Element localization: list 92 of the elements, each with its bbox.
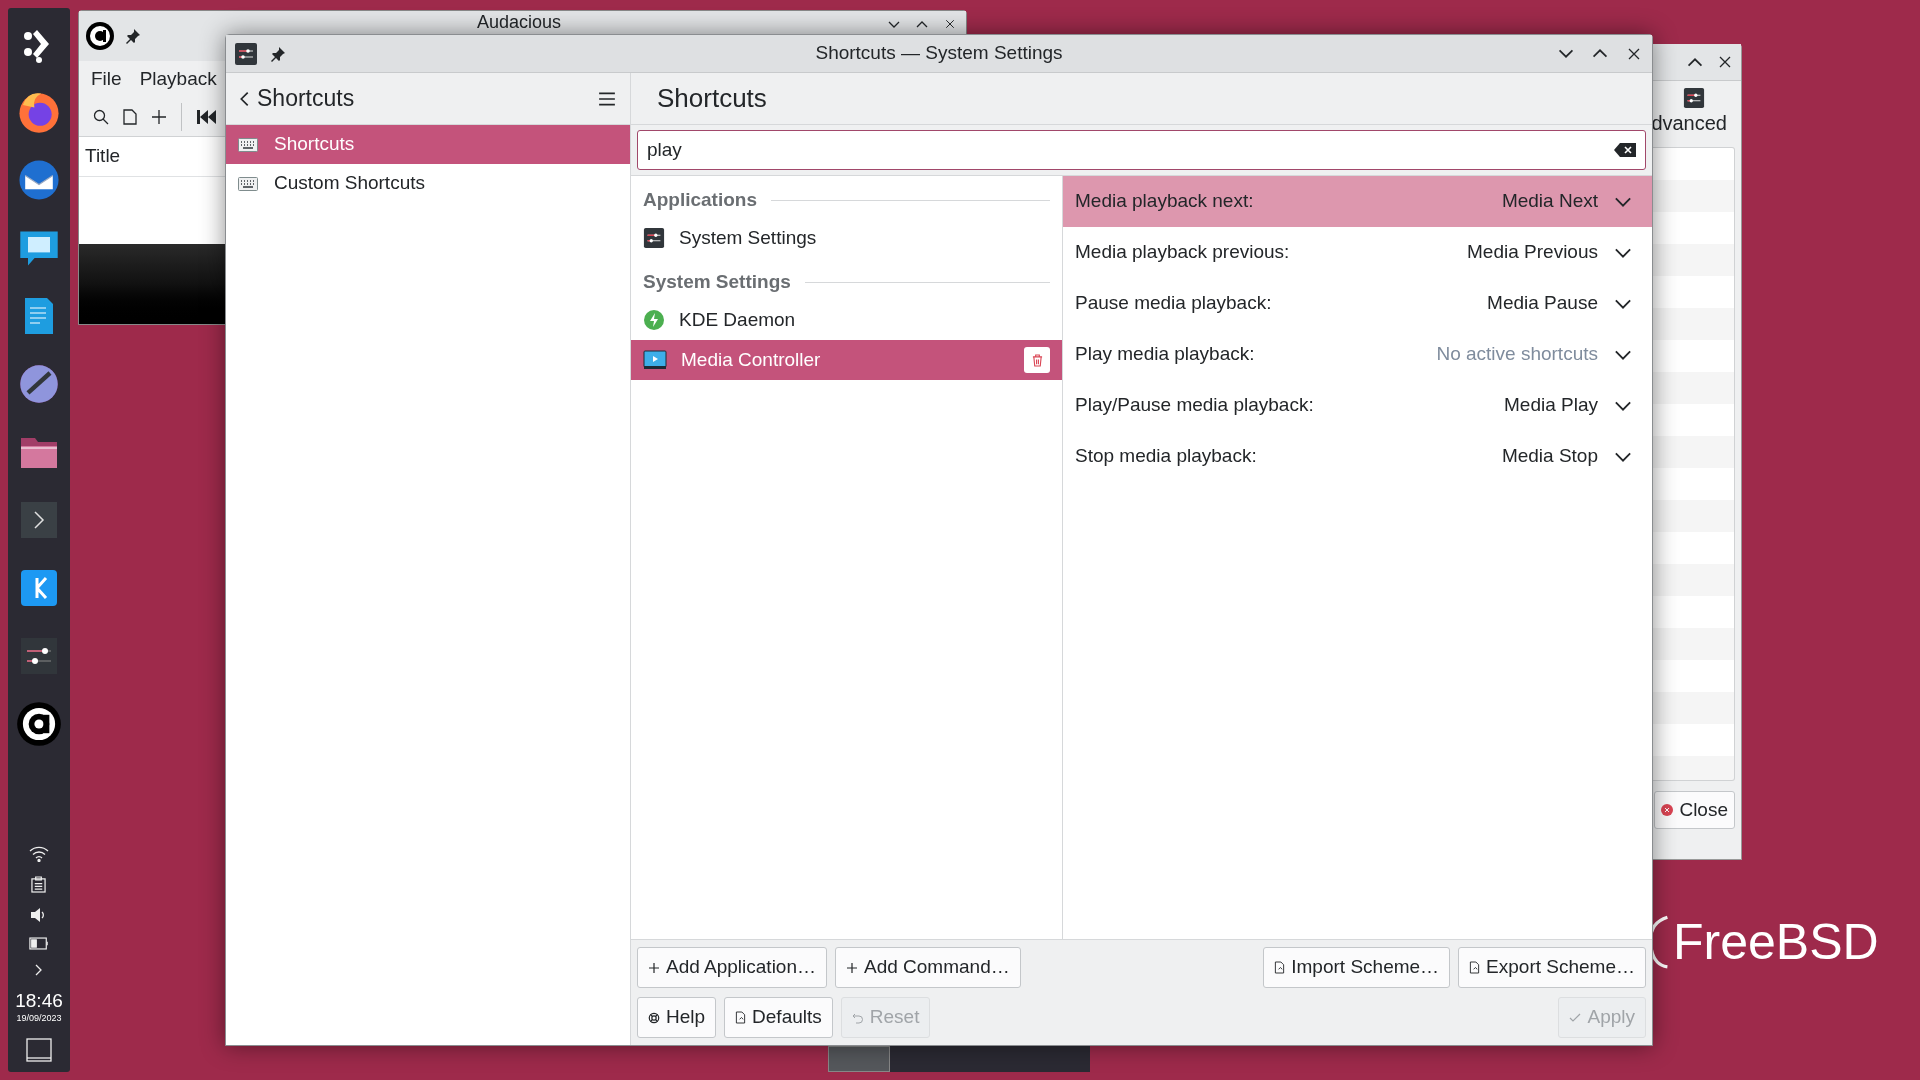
document-icon <box>1469 961 1481 974</box>
component-item[interactable]: System Settings <box>631 218 1062 258</box>
shortcut-row[interactable]: Media playback next: Media Next <box>1063 176 1652 227</box>
undo-icon <box>851 1011 864 1024</box>
component-item[interactable]: KDE Daemon <box>631 300 1062 340</box>
expand-icon <box>1614 349 1632 360</box>
tab-label[interactable]: dvanced <box>1651 109 1727 137</box>
expand-icon <box>1614 196 1632 207</box>
clock-time[interactable]: 18:46 <box>15 990 63 1012</box>
plus-icon <box>648 961 660 974</box>
terminal-icon[interactable] <box>19 500 59 540</box>
shortcut-value: Media Play <box>1504 393 1598 418</box>
sliders-icon <box>643 227 665 249</box>
component-item[interactable]: Media Controller <box>631 340 1062 380</box>
delete-button[interactable] <box>1024 347 1050 373</box>
shortcut-value: Media Next <box>1501 189 1598 214</box>
shortcut-row[interactable]: Stop media playback: Media Stop <box>1063 431 1652 482</box>
sliders-icon <box>234 41 258 66</box>
sliders-icon <box>1683 87 1705 109</box>
wallpaper-logo: FreeBSD <box>1673 917 1879 967</box>
minimize-icon <box>1558 49 1574 58</box>
dialog-button[interactable]: Add Application… <box>637 947 827 988</box>
pin-icon[interactable] <box>125 28 141 44</box>
lightning-icon <box>643 309 665 331</box>
wifi-icon[interactable] <box>29 846 49 862</box>
action-label: Media playback next: <box>1075 189 1255 214</box>
dialog-button[interactable]: Defaults <box>724 997 833 1038</box>
expand-icon <box>1614 400 1632 411</box>
expand-tray-icon <box>35 964 43 976</box>
action-label: Play/Pause media playback: <box>1075 393 1315 418</box>
clock-date[interactable]: 19/09/2023 <box>16 1012 62 1024</box>
search-icon[interactable] <box>93 108 109 125</box>
show-desktop-icon[interactable] <box>26 1038 52 1062</box>
check-icon <box>1569 1011 1582 1024</box>
sliders-icon[interactable] <box>19 636 59 676</box>
shortcut-row[interactable]: Play media playback: No active shortcuts <box>1063 329 1652 380</box>
expand-icon <box>1614 451 1632 462</box>
keyboard-icon <box>238 176 258 191</box>
maximize-icon <box>1592 49 1608 58</box>
audio-player-icon <box>85 21 115 51</box>
monitor-icon <box>643 350 667 370</box>
lifebuoy-icon <box>648 1011 660 1024</box>
pin-icon[interactable] <box>270 45 286 62</box>
shortcut-row[interactable]: Pause media playback: Media Pause <box>1063 278 1652 329</box>
action-label: Pause media playback: <box>1075 291 1273 316</box>
sidebar-header: Shortcuts <box>257 84 355 114</box>
maximize-icon <box>1687 57 1703 67</box>
shortcut-value: Media Stop <box>1501 444 1598 469</box>
page-title: Shortcuts <box>657 82 767 115</box>
action-label: Stop media playback: <box>1075 444 1258 469</box>
menu-item[interactable]: File <box>83 64 130 94</box>
shortcut-value: Media Previous <box>1467 240 1598 265</box>
close-button[interactable]: Close <box>1654 791 1735 829</box>
clipboard-icon[interactable] <box>31 876 47 893</box>
shortcut-row[interactable]: Media playback previous: Media Previous <box>1063 227 1652 278</box>
skip-back-icon[interactable] <box>196 108 216 125</box>
dialog-button[interactable]: Add Command… <box>835 947 1021 988</box>
plus-icon[interactable] <box>151 108 167 125</box>
audio-player-icon[interactable] <box>16 701 62 747</box>
menu-item[interactable]: Playback <box>131 64 225 94</box>
action-label: Play media playback: <box>1075 342 1256 367</box>
column-header[interactable]: Title <box>85 142 121 171</box>
close-icon[interactable] <box>1717 54 1733 70</box>
expand-icon <box>1614 247 1632 258</box>
document-icon <box>735 1011 747 1024</box>
action-label: Media playback previous: <box>1075 240 1291 265</box>
maximize-icon <box>916 20 928 28</box>
group-heading: Applications <box>643 187 757 212</box>
shortcut-row[interactable]: Play/Pause media playback: Media Play <box>1063 380 1652 431</box>
close-icon[interactable] <box>944 18 956 30</box>
keyboard-icon <box>238 137 258 152</box>
plus-icon <box>846 961 858 974</box>
window-title: Shortcuts — System Settings <box>814 41 1064 66</box>
shortcut-value: Media Pause <box>1487 291 1598 316</box>
battery-icon[interactable] <box>29 937 49 950</box>
shortcut-value: No active shortcuts <box>1436 342 1598 367</box>
clear-icon[interactable] <box>1613 142 1637 158</box>
dialog-button[interactable]: Help <box>637 997 717 1038</box>
document-icon[interactable] <box>123 108 137 125</box>
sidebar-item[interactable]: Shortcuts <box>226 125 630 164</box>
minimize-icon <box>888 20 900 28</box>
back-icon <box>240 90 249 107</box>
expand-icon <box>1614 298 1632 309</box>
dialog-button[interactable]: Import Scheme… <box>1263 947 1451 988</box>
group-heading: System Settings <box>643 269 791 294</box>
search-field[interactable]: play <box>637 130 1646 170</box>
window-title: Audacious <box>477 12 562 33</box>
trash-icon <box>1031 353 1043 367</box>
dialog-button[interactable]: Export Scheme… <box>1458 947 1646 988</box>
document-icon <box>1274 961 1286 974</box>
sidebar-item[interactable]: Custom Shortcuts <box>226 164 630 203</box>
cancel-icon <box>1661 804 1674 816</box>
